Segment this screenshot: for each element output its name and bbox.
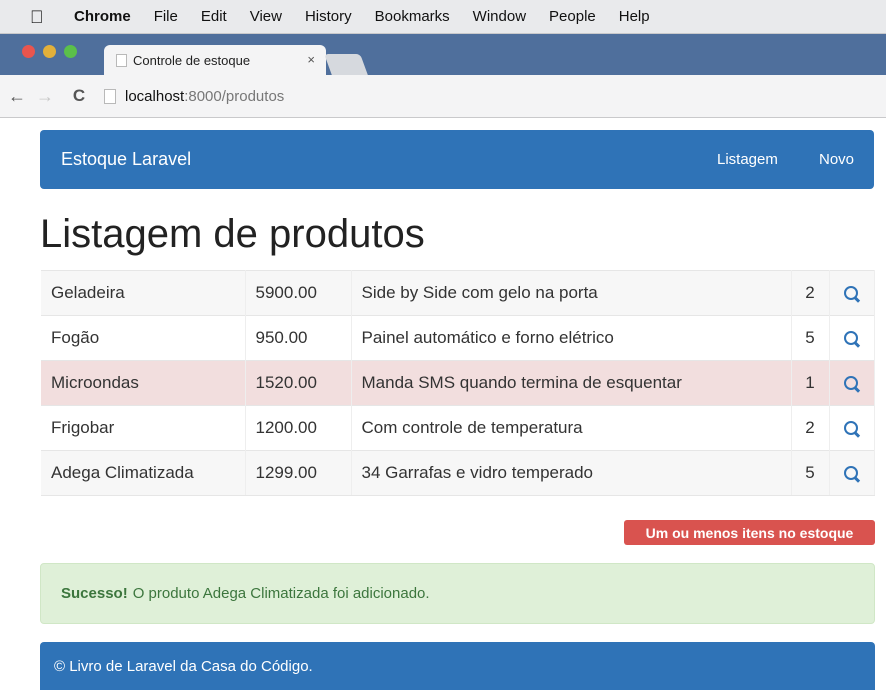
product-price-cell: 5900.00 <box>245 270 352 316</box>
product-view-cell <box>829 315 875 361</box>
back-arrow-icon[interactable]: ← <box>6 86 28 107</box>
product-name-cell: Adega Climatizada <box>41 450 246 496</box>
minimize-window-button[interactable] <box>43 45 56 58</box>
product-description-cell: 34 Garrafas e vidro temperado <box>351 450 792 496</box>
product-description-cell: Manda SMS quando termina de esquentar <box>351 360 792 406</box>
url-host: localhost <box>125 87 185 105</box>
product-name-cell: Geladeira <box>41 270 246 316</box>
product-qty-cell: 5 <box>791 315 830 361</box>
product-view-cell <box>829 360 875 406</box>
product-description-cell: Side by Side com gelo na porta <box>351 270 792 316</box>
window-controls <box>22 45 77 58</box>
search-icon[interactable] <box>843 375 860 392</box>
tab-close-icon[interactable]: × <box>307 53 315 66</box>
product-view-cell <box>829 270 875 316</box>
menu-window[interactable]: Window <box>473 8 526 25</box>
url-path: :8000/produtos <box>184 87 285 105</box>
page-favicon-icon <box>116 53 127 67</box>
browser-toolbar: ← → C localhost:8000/produtos <box>0 75 886 118</box>
table-row: Adega Climatizada 1299.00 34 Garrafas e vi… <box>41 450 875 496</box>
menu-help[interactable]: Help <box>619 8 650 25</box>
table-row: Fogão 950.00 Painel automático e forno elé… <box>41 315 875 361</box>
navbar-brand[interactable]: Estoque Laravel <box>61 149 191 170</box>
search-icon[interactable] <box>843 465 860 482</box>
product-price-cell: 950.00 <box>245 315 352 361</box>
menu-edit[interactable]: Edit <box>201 8 227 25</box>
product-view-cell <box>829 450 875 496</box>
product-price-cell: 1299.00 <box>245 450 352 496</box>
table-row: Geladeira 5900.00 Side by Side com gelo na… <box>41 270 875 316</box>
tab-title: Controle de estoque <box>133 52 251 68</box>
product-price-cell: 1520.00 <box>245 360 352 406</box>
macos-menubar:  Chrome File Edit View History Bookmark… <box>0 0 886 34</box>
app-navbar: Estoque Laravel Listagem Novo <box>40 130 874 189</box>
product-name-cell: Fogão <box>41 315 246 361</box>
success-alert: Sucesso! O produto Adega Climatizada foi… <box>40 563 875 624</box>
menu-history[interactable]: History <box>305 8 352 25</box>
product-name-cell: Microondas <box>41 360 246 406</box>
browser-tab-strip: Controle de estoque × <box>0 34 886 75</box>
search-icon[interactable] <box>843 285 860 302</box>
table-row: Frigobar 1200.00 Com controle de temperatu… <box>41 405 875 451</box>
page-title: Listagem de produtos <box>40 212 425 256</box>
product-view-cell <box>829 405 875 451</box>
page-icon <box>104 88 116 104</box>
table-row: Microondas 1520.00 Manda SMS quando termin… <box>41 360 875 406</box>
products-table: Geladeira 5900.00 Side by Side com gelo na… <box>41 270 875 496</box>
close-window-button[interactable] <box>22 45 35 58</box>
menu-bookmarks[interactable]: Bookmarks <box>375 8 450 25</box>
web-page: Estoque Laravel Listagem Novo Listagem d… <box>0 118 886 690</box>
alert-message: O produto Adega Climatizada foi adiciona… <box>132 585 430 602</box>
product-name-cell: Frigobar <box>41 405 246 451</box>
forward-arrow-icon[interactable]: → <box>34 86 56 107</box>
menu-view[interactable]: View <box>250 8 282 25</box>
address-bar[interactable]: localhost:8000/produtos <box>104 88 284 105</box>
search-icon[interactable] <box>843 330 860 347</box>
maximize-window-button[interactable] <box>64 45 77 58</box>
nav-link-listagem[interactable]: Listagem <box>717 151 778 168</box>
browser-tab-active[interactable]: Controle de estoque × <box>104 45 326 75</box>
menu-chrome[interactable]: Chrome <box>74 8 131 25</box>
reload-icon[interactable]: C <box>68 86 90 106</box>
apple-icon[interactable]:  <box>30 8 56 26</box>
search-icon[interactable] <box>843 420 860 437</box>
product-qty-cell: 5 <box>791 450 830 496</box>
low-stock-legend-badge: Um ou menos itens no estoque <box>624 520 875 545</box>
product-qty-cell: 2 <box>791 270 830 316</box>
product-description-cell: Painel automático e forno elétrico <box>351 315 792 361</box>
product-qty-cell: 1 <box>791 360 830 406</box>
menu-file[interactable]: File <box>154 8 178 25</box>
product-qty-cell: 2 <box>791 405 830 451</box>
product-description-cell: Com controle de temperatura <box>351 405 792 451</box>
new-tab-button[interactable] <box>324 54 368 75</box>
menu-people[interactable]: People <box>549 8 596 25</box>
product-price-cell: 1200.00 <box>245 405 352 451</box>
page-footer: © Livro de Laravel da Casa do Código. <box>40 642 875 690</box>
nav-link-novo[interactable]: Novo <box>819 151 854 168</box>
alert-strong: Sucesso! <box>61 585 128 602</box>
